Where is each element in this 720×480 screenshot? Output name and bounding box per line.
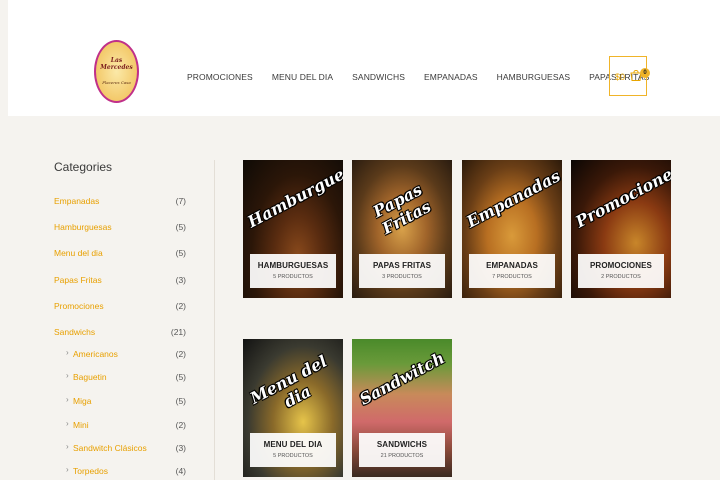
category-count: (2) bbox=[175, 301, 186, 311]
category-label[interactable]: Papas Fritas bbox=[54, 275, 102, 285]
card-count: 5 PRODUCTOS bbox=[273, 453, 313, 459]
chevron-right-icon: › bbox=[66, 442, 69, 451]
chevron-right-icon: › bbox=[66, 395, 69, 404]
subcategory-label[interactable]: Americanos bbox=[73, 349, 118, 359]
subcategory-label[interactable]: Torpedos bbox=[73, 466, 108, 476]
nav-item-sandwichs[interactable]: SANDWICHS bbox=[352, 72, 405, 82]
category-item[interactable]: Papas Fritas (3) bbox=[54, 275, 186, 289]
subcategory-label[interactable]: Sandwitch Clásicos bbox=[73, 443, 147, 453]
sidebar-divider bbox=[214, 160, 215, 480]
subcategory-item[interactable]: › Torpedos (4) bbox=[54, 465, 186, 480]
nav-item-menu-del-dia[interactable]: MENU DEL DIA bbox=[272, 72, 333, 82]
subcategory-count: (3) bbox=[175, 443, 186, 453]
subcategory-item[interactable]: › Sandwitch Clásicos (3) bbox=[54, 442, 186, 457]
subcategory-count: (5) bbox=[175, 372, 186, 382]
category-item[interactable]: Hamburguesas (5) bbox=[54, 222, 186, 236]
category-item[interactable]: Menu del dia (5) bbox=[54, 248, 186, 262]
subcategory-label[interactable]: Miga bbox=[73, 396, 91, 406]
card-label-panel: EMPANADAS 7 PRODUCTOS bbox=[469, 254, 555, 288]
subcategory-label[interactable]: Baguetin bbox=[73, 372, 107, 382]
category-count: (21) bbox=[170, 327, 186, 337]
subcategory-item[interactable]: › Mini (2) bbox=[54, 419, 186, 434]
card-label-panel: MENU DEL DIA 5 PRODUCTOS bbox=[250, 433, 336, 467]
card-label-panel: SANDWICHS 21 PRODUCTOS bbox=[359, 433, 445, 467]
chevron-right-icon: › bbox=[66, 419, 69, 428]
nav-item-promociones[interactable]: PROMOCIONES bbox=[187, 72, 253, 82]
card-count: 2 PRODUCTOS bbox=[601, 274, 641, 280]
card-label-panel: PAPAS FRITAS 3 PRODUCTOS bbox=[359, 254, 445, 288]
nav-item-hamburguesas[interactable]: HAMBURGUESAS bbox=[497, 72, 570, 82]
card-name[interactable]: EMPANADAS bbox=[469, 261, 555, 270]
chevron-right-icon: › bbox=[66, 371, 69, 380]
category-card-sandwichs[interactable]: Sandwitch SANDWICHS 21 PRODUCTOS bbox=[352, 339, 452, 477]
cart-total: $0 bbox=[615, 72, 626, 82]
subcategory-item[interactable]: › Miga (5) bbox=[54, 395, 186, 410]
category-card-promociones[interactable]: Promociones PROMOCIONES 2 PRODUCTOS bbox=[571, 160, 671, 298]
card-name[interactable]: HAMBURGUESAS bbox=[250, 261, 336, 270]
subcategory-item[interactable]: › Baguetin (5) bbox=[54, 371, 186, 386]
chevron-right-icon: › bbox=[66, 465, 69, 474]
category-count: (3) bbox=[175, 275, 186, 285]
category-card-empanadas[interactable]: Empanadas EMPANADAS 7 PRODUCTOS bbox=[462, 160, 562, 298]
chevron-right-icon: › bbox=[66, 348, 69, 357]
subcategory-count: (2) bbox=[175, 420, 186, 430]
cart-button[interactable]: $0 0 bbox=[609, 56, 650, 96]
site-logo[interactable]: Las Mercedes Placeres Casa bbox=[94, 40, 139, 103]
category-item[interactable]: Sandwichs (21) bbox=[54, 327, 186, 341]
logo-subtext: Placeres Casa bbox=[102, 80, 131, 85]
card-name[interactable]: SANDWICHS bbox=[359, 440, 445, 449]
category-item[interactable]: Promociones (2) bbox=[54, 301, 186, 315]
category-label[interactable]: Empanadas bbox=[54, 196, 99, 206]
card-name[interactable]: MENU DEL DIA bbox=[250, 440, 336, 449]
category-label[interactable]: Sandwichs bbox=[54, 327, 95, 337]
card-label-panel: PROMOCIONES 2 PRODUCTOS bbox=[578, 254, 664, 288]
categories-sidebar: Categories bbox=[54, 160, 188, 196]
cart-count-badge: 0 bbox=[640, 68, 650, 78]
card-name[interactable]: PAPAS FRITAS bbox=[359, 261, 445, 270]
category-count: (5) bbox=[175, 222, 186, 232]
card-label-panel: HAMBURGUESAS 5 PRODUCTOS bbox=[250, 254, 336, 288]
category-count: (7) bbox=[175, 196, 186, 206]
main-nav: PROMOCIONES MENU DEL DIA SANDWICHS EMPAN… bbox=[187, 72, 649, 82]
logo-text: Las Mercedes bbox=[100, 57, 133, 71]
category-card-papas-fritas[interactable]: Papas Fritas PAPAS FRITAS 3 PRODUCTOS bbox=[352, 160, 452, 298]
category-count: (5) bbox=[175, 248, 186, 258]
card-count: 5 PRODUCTOS bbox=[273, 274, 313, 280]
category-card-menu-del-dia[interactable]: Menu del dia MENU DEL DIA 5 PRODUCTOS bbox=[243, 339, 343, 477]
card-count: 3 PRODUCTOS bbox=[382, 274, 422, 280]
subcategory-label[interactable]: Mini bbox=[73, 420, 89, 430]
category-label[interactable]: Promociones bbox=[54, 301, 104, 311]
card-name[interactable]: PROMOCIONES bbox=[578, 261, 664, 270]
category-card-hamburguesas[interactable]: Hamburguesas HAMBURGUESAS 5 PRODUCTOS bbox=[243, 160, 343, 298]
card-count: 7 PRODUCTOS bbox=[492, 274, 532, 280]
category-label[interactable]: Menu del dia bbox=[54, 248, 103, 258]
subcategory-count: (5) bbox=[175, 396, 186, 406]
card-count: 21 PRODUCTOS bbox=[380, 453, 424, 459]
sidebar-title: Categories bbox=[54, 160, 113, 174]
subcategory-count: (2) bbox=[175, 349, 186, 359]
nav-item-empanadas[interactable]: EMPANADAS bbox=[424, 72, 478, 82]
category-label[interactable]: Hamburguesas bbox=[54, 222, 112, 232]
subcategory-count: (4) bbox=[175, 466, 186, 476]
category-item[interactable]: Empanadas (7) bbox=[54, 196, 186, 210]
subcategory-item[interactable]: › Americanos (2) bbox=[54, 348, 186, 363]
